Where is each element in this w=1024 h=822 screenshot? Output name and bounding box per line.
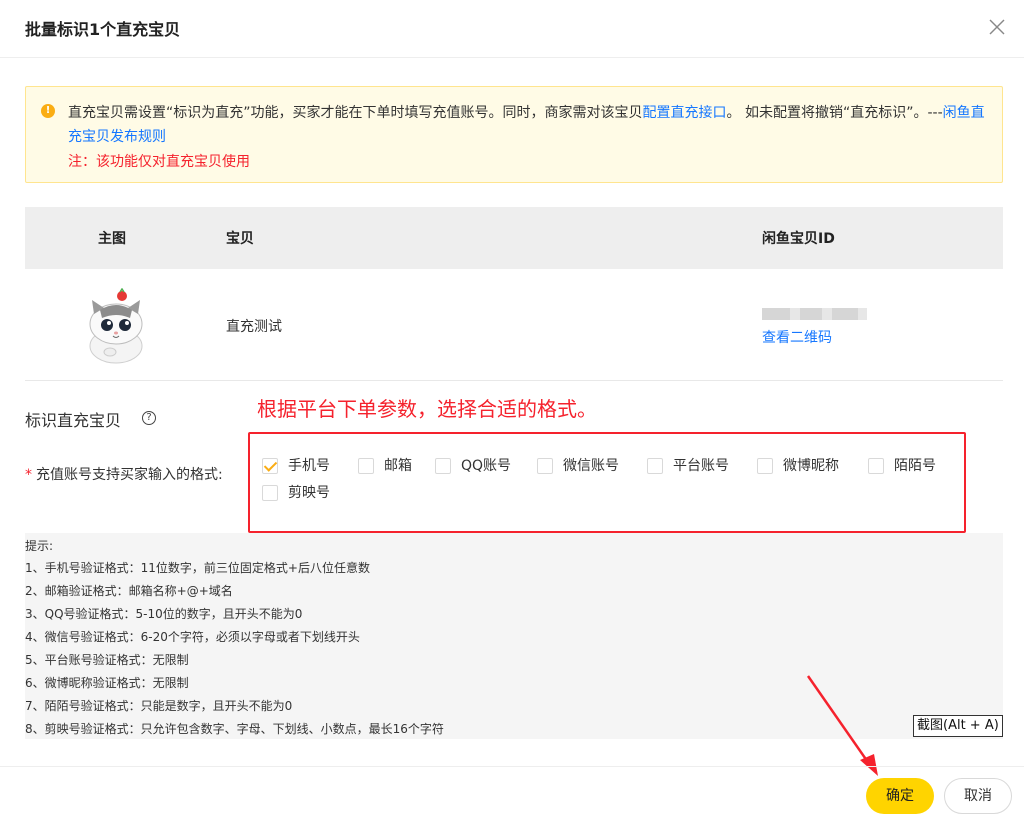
view-qrcode-link[interactable]: 查看二维码 [762, 327, 832, 347]
tips-line: 8、剪映号验证格式：只允许包含数字、字母、下划线、小数点，最长16个字符 [25, 722, 444, 736]
checkbox-icon[interactable] [647, 458, 663, 474]
checkbox-icon[interactable] [537, 458, 553, 474]
section-label: 标识直充宝贝 [25, 411, 122, 430]
checkbox-icon[interactable] [868, 458, 884, 474]
item-thumbnail [89, 288, 143, 364]
checkbox-icon[interactable] [358, 458, 374, 474]
tips-line: 6、微博昵称验证格式：无限制 [25, 676, 189, 690]
annotation-box [248, 432, 966, 533]
required-mark: * [25, 467, 32, 483]
item-name: 直充测试 [226, 319, 282, 335]
checkbox-icon[interactable] [262, 485, 278, 501]
checkbox-checked-icon[interactable] [262, 458, 278, 474]
table-row: 直充测试 查看二维码 [25, 269, 1003, 381]
config-api-link[interactable]: 配置直充接口 [643, 105, 727, 121]
confirm-button[interactable]: 确定 [866, 778, 934, 814]
cancel-button[interactable]: 取消 [944, 778, 1012, 814]
masked-item-id [762, 308, 867, 320]
col-header-item: 宝贝 [226, 231, 254, 247]
tips-line: 3、QQ号验证格式：5-10位的数字，且开头不能为0 [25, 607, 303, 621]
tips-title: 提示: [25, 539, 54, 553]
dialog-title: 批量标识1个直充宝贝 [25, 20, 181, 39]
notice-banner: ! 直充宝贝需设置“标识为直充”功能，买家才能在下单时填写充值账号。同时，商家需… [25, 86, 1003, 183]
format-field-label: * 充值账号支持买家输入的格式: [25, 467, 223, 483]
tips-line: 7、陌陌号验证格式：只能是数字，且开头不能为0 [25, 699, 293, 713]
col-header-id: 闲鱼宝贝ID [762, 231, 835, 247]
question-circle-icon[interactable]: ? [142, 411, 156, 425]
notice-red-note: 注：该功能仅对直充宝贝使用 [68, 154, 250, 170]
tips-line: 4、微信号验证格式：6-20个字符，必须以字母或者下划线开头 [25, 630, 360, 644]
warning-icon: ! [41, 104, 55, 118]
checkbox-icon[interactable] [757, 458, 773, 474]
table-header: 主图 宝贝 闲鱼宝贝ID [25, 207, 1003, 269]
batch-mark-dialog: 批量标识1个直充宝贝 ! 直充宝贝需设置“标识为直充”功能，买家才能在下单时填写… [0, 0, 1024, 822]
tips-line: 2、邮箱验证格式：邮箱名称+@+域名 [25, 584, 233, 598]
screenshot-tooltip: 截图(Alt + A) [913, 715, 1003, 737]
close-icon[interactable] [986, 16, 1008, 38]
footer-divider [0, 766, 1024, 767]
col-header-image: 主图 [98, 231, 126, 247]
tips-line: 5、平台账号验证格式：无限制 [25, 653, 189, 667]
annotation-hint: 根据平台下单参数，选择合适的格式。 [257, 397, 597, 421]
dialog-header: 批量标识1个直充宝贝 [0, 0, 1024, 58]
checkbox-icon[interactable] [435, 458, 451, 474]
tips-line: 1、手机号验证格式：11位数字，前三位固定格式+后八位任意数 [25, 561, 370, 575]
notice-text: 直充宝贝需设置“标识为直充”功能，买家才能在下单时填写充值账号。同时，商家需对该… [68, 105, 985, 145]
